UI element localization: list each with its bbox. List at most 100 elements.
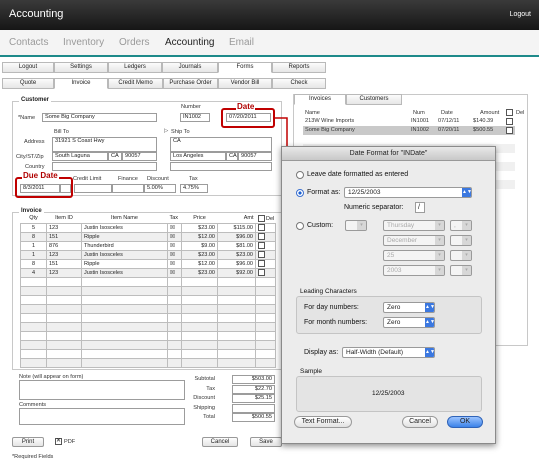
invoice-row[interactable]: [20, 294, 276, 305]
ship-state-field[interactable]: CA: [226, 152, 238, 161]
invoice-row[interactable]: [20, 312, 276, 323]
empty-cell[interactable]: [81, 339, 168, 350]
del-cell[interactable]: [255, 312, 276, 323]
price-cell[interactable]: $23.00: [181, 267, 218, 278]
empty-cell[interactable]: [217, 312, 256, 323]
empty-cell[interactable]: [46, 312, 82, 323]
empty-cell[interactable]: [181, 348, 218, 359]
del-cell[interactable]: [255, 303, 276, 314]
tax-cell[interactable]: ☒: [167, 258, 182, 269]
del-cell[interactable]: [255, 267, 276, 278]
item-name-cell[interactable]: Ripple: [81, 231, 168, 242]
invoice-row[interactable]: [20, 276, 276, 287]
nav-inventory[interactable]: Inventory: [63, 37, 104, 48]
del-all-checkbox[interactable]: [257, 214, 265, 222]
del-cell[interactable]: [255, 357, 276, 368]
price-cell[interactable]: $12.00: [181, 258, 218, 269]
qty-cell[interactable]: 8: [20, 258, 47, 269]
number-field[interactable]: IN1002: [180, 113, 210, 122]
tab-journals[interactable]: Journals: [162, 62, 218, 73]
qty-cell[interactable]: 4: [20, 267, 47, 278]
empty-cell[interactable]: [81, 303, 168, 314]
del-cell[interactable]: [255, 231, 276, 242]
invoice-row[interactable]: 4 123 Justin Isosceles ☒ $23.00 $92.00: [20, 267, 276, 278]
qty-cell[interactable]: 8: [20, 231, 47, 242]
empty-cell[interactable]: [46, 303, 82, 314]
nav-accounting[interactable]: Accounting: [165, 37, 214, 48]
empty-cell[interactable]: [167, 348, 182, 359]
empty-cell[interactable]: [46, 348, 82, 359]
qty-cell[interactable]: 1: [20, 240, 47, 251]
empty-cell[interactable]: [167, 339, 182, 350]
empty-cell[interactable]: [181, 321, 218, 332]
empty-cell[interactable]: [167, 321, 182, 332]
tab-vendor-bill[interactable]: Vendor Bill: [218, 78, 272, 89]
empty-cell[interactable]: [46, 330, 82, 341]
credit-limit-field[interactable]: [74, 184, 112, 193]
empty-cell[interactable]: [181, 276, 218, 287]
item-id-cell[interactable]: 151: [46, 231, 82, 242]
leave-date-radio[interactable]: [296, 171, 304, 179]
item-id-cell[interactable]: 123: [46, 267, 82, 278]
dialog-ok-button[interactable]: OK: [447, 416, 483, 428]
item-id-cell[interactable]: 151: [46, 258, 82, 269]
amt-cell[interactable]: $96.00: [217, 258, 256, 269]
invoice-row[interactable]: [20, 339, 276, 350]
empty-cell[interactable]: [20, 321, 47, 332]
empty-cell[interactable]: [181, 285, 218, 296]
empty-cell[interactable]: [217, 303, 256, 314]
empty-cell[interactable]: [20, 294, 47, 305]
tab-logout[interactable]: Logout: [2, 62, 54, 73]
custom-sep4-popup[interactable]: ▾: [450, 265, 472, 276]
del-cell[interactable]: [255, 321, 276, 332]
item-name-cell[interactable]: Ripple: [81, 258, 168, 269]
empty-cell[interactable]: [181, 330, 218, 341]
qty-cell[interactable]: 1: [20, 249, 47, 260]
tab-check[interactable]: Check: [272, 78, 326, 89]
empty-cell[interactable]: [217, 348, 256, 359]
empty-cell[interactable]: [81, 348, 168, 359]
empty-cell[interactable]: [167, 294, 182, 305]
empty-cell[interactable]: [46, 339, 82, 350]
invoice-row[interactable]: 8 151 Ripple ☒ $12.00 $96.00: [20, 231, 276, 242]
tab-forms[interactable]: Forms: [218, 62, 272, 73]
list-row-del-checkbox[interactable]: [506, 127, 513, 134]
empty-cell[interactable]: [81, 276, 168, 287]
invoice-row[interactable]: [20, 285, 276, 296]
empty-cell[interactable]: [217, 321, 256, 332]
custom-radio[interactable]: [296, 222, 304, 230]
copy-arrow-icon[interactable]: ▷: [164, 128, 168, 134]
empty-cell[interactable]: [81, 330, 168, 341]
tab-purchase-order[interactable]: Purchase Order: [163, 78, 218, 89]
price-cell[interactable]: $23.00: [181, 249, 218, 260]
day-numbers-popup[interactable]: Zero ▲▼: [383, 302, 435, 313]
del-cell[interactable]: [255, 276, 276, 287]
empty-cell[interactable]: [46, 321, 82, 332]
row-del-checkbox[interactable]: [258, 269, 265, 276]
item-name-cell[interactable]: Justin Isosceles: [81, 222, 168, 233]
tax-field[interactable]: 4.75%: [180, 184, 208, 193]
invoice-row[interactable]: 1 123 Justin Isosceles ☒ $23.00 $23.00: [20, 249, 276, 260]
custom-sep1-popup[interactable]: , ▾: [450, 220, 472, 231]
tab-invoices[interactable]: Invoices: [294, 94, 346, 105]
del-cell[interactable]: [255, 285, 276, 296]
empty-cell[interactable]: [20, 303, 47, 314]
bill-country-field[interactable]: [52, 162, 157, 171]
invoice-row[interactable]: [20, 348, 276, 359]
empty-cell[interactable]: [20, 276, 47, 287]
ship-city-field[interactable]: Los Angeles: [170, 152, 226, 161]
invoice-row[interactable]: 1 876 Thunderbird ☒ $9.00 $81.00: [20, 240, 276, 251]
empty-cell[interactable]: [20, 312, 47, 323]
invoice-row[interactable]: [20, 330, 276, 341]
del-cell[interactable]: [255, 294, 276, 305]
comments-field[interactable]: [19, 408, 185, 425]
qty-cell[interactable]: 5: [20, 222, 47, 233]
item-id-cell[interactable]: 123: [46, 222, 82, 233]
item-name-cell[interactable]: Justin Isosceles: [81, 249, 168, 260]
item-id-cell[interactable]: 876: [46, 240, 82, 251]
format-as-radio[interactable]: [296, 189, 304, 197]
bill-city-field[interactable]: South Laguna: [52, 152, 108, 161]
ship-address-field[interactable]: CA: [170, 137, 272, 152]
custom-sep3-popup[interactable]: ▾: [450, 250, 472, 261]
price-cell[interactable]: $9.00: [181, 240, 218, 251]
